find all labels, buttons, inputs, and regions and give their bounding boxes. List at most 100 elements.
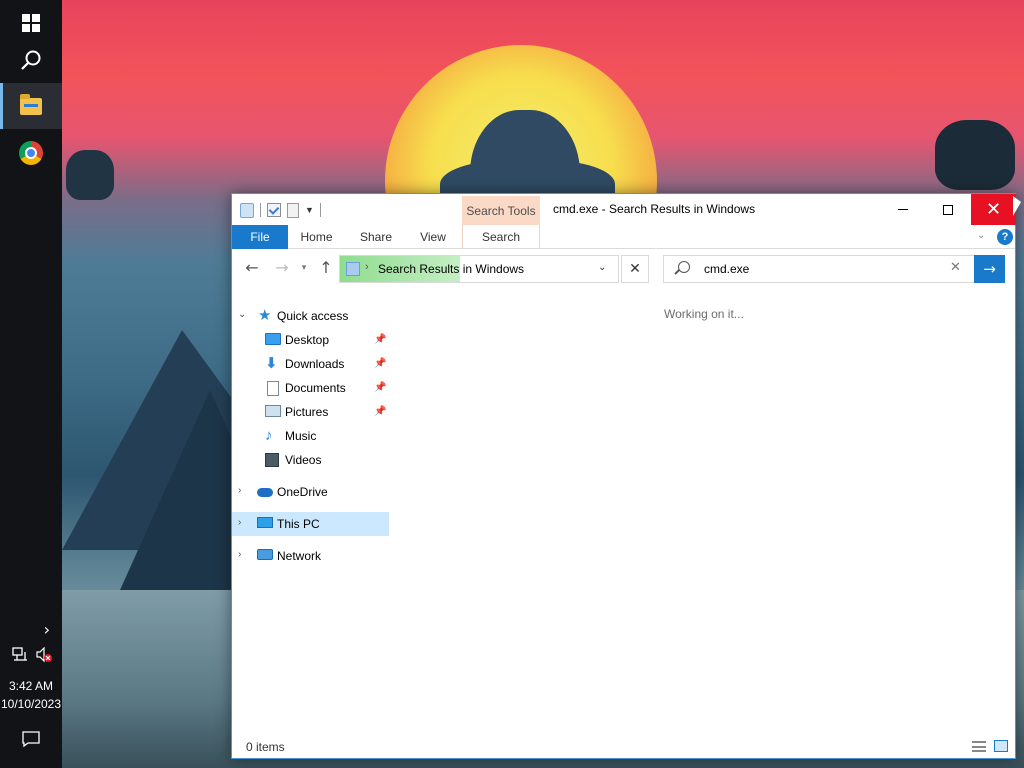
clock-date[interactable]: 10/10/2023 [0, 697, 62, 711]
nav-item-desktop[interactable]: Desktop 📌 [232, 328, 389, 352]
volume-muted-icon[interactable] [36, 646, 54, 663]
navigation-bar: ← → ▾ ↑ › Search Results in Windows ⌄ ✕ … [232, 250, 1015, 286]
search-icon [678, 261, 690, 273]
stop-search-button[interactable]: ✕ [621, 255, 649, 283]
clock-time[interactable]: 3:42 AM [0, 679, 62, 693]
nav-label: Pictures [285, 405, 329, 419]
nav-label: This PC [277, 517, 320, 531]
search-go-button[interactable]: → [974, 255, 1005, 283]
window-title: cmd.exe - Search Results in Windows [553, 202, 756, 216]
search-input[interactable] [704, 261, 944, 277]
tab-search[interactable]: Search [462, 225, 540, 249]
nav-label: Documents [285, 381, 346, 395]
search-results-icon [346, 262, 360, 276]
taskbar: › 3:42 AM 10/10/2023 [0, 0, 62, 768]
expand-chevron-icon[interactable]: › [238, 485, 241, 496]
nav-item-pictures[interactable]: Pictures 📌 [232, 400, 389, 424]
tab-file[interactable]: File [232, 225, 288, 249]
taskbar-file-explorer[interactable] [0, 83, 62, 129]
nav-item-music[interactable]: ♪ Music [232, 424, 389, 448]
network-icon [257, 549, 273, 560]
search-status-message: Working on it... [664, 307, 744, 321]
pin-icon: 📌 [374, 358, 387, 369]
address-dropdown-chevron-icon[interactable]: ⌄ [598, 262, 606, 273]
clear-search-button[interactable]: ✕ [950, 260, 961, 275]
item-count: 0 items [246, 740, 285, 754]
forward-button[interactable]: → [272, 258, 292, 278]
close-button[interactable]: ✕ [971, 194, 1016, 225]
nav-label: Music [285, 429, 317, 443]
nav-quick-access[interactable]: ⌄ ★ Quick access [232, 304, 389, 328]
music-icon: ♪ [265, 427, 273, 444]
network-icon[interactable] [12, 647, 30, 661]
new-folder-icon[interactable] [287, 202, 299, 218]
onedrive-cloud-icon [257, 488, 273, 497]
nav-item-documents[interactable]: Documents 📌 [232, 376, 389, 400]
back-button[interactable]: ← [242, 258, 262, 278]
details-view-icon[interactable] [972, 741, 986, 752]
customize-toolbar-chevron-icon[interactable]: ▼ [305, 205, 314, 215]
documents-icon [267, 381, 279, 396]
help-icon[interactable]: ? [997, 229, 1013, 245]
pictures-icon [265, 405, 281, 417]
pin-icon: 📌 [374, 382, 387, 393]
up-button[interactable]: ↑ [316, 258, 336, 278]
ribbon-tabs: File Home Share View Search ⌄ ? [232, 225, 1015, 249]
this-pc-icon [257, 517, 273, 528]
title-bar[interactable]: ▼ Search Tools cmd.exe - Search Results … [232, 194, 1016, 225]
recent-locations-chevron-icon[interactable]: ▾ [294, 258, 314, 278]
windows-logo-icon [22, 14, 40, 32]
folder-icon [20, 93, 42, 115]
expand-chevron-icon[interactable]: › [238, 517, 241, 528]
nav-item-network[interactable]: › Network [232, 544, 389, 568]
properties-icon[interactable] [267, 203, 281, 217]
chrome-icon [19, 141, 43, 165]
nav-item-videos[interactable]: Videos [232, 448, 389, 472]
file-explorer-window: ▼ Search Tools cmd.exe - Search Results … [231, 193, 1016, 759]
nav-label: Quick access [277, 309, 349, 323]
search-tools-tab-group: Search Tools [462, 196, 540, 225]
mouse-cursor-icon [1013, 196, 1021, 216]
desktop-icon [265, 333, 281, 345]
search-icon [21, 50, 41, 70]
expand-ribbon-chevron-icon[interactable]: ⌄ [977, 230, 985, 241]
nav-label: Desktop [285, 333, 330, 347]
search-box[interactable]: ✕ → [663, 255, 1005, 283]
tab-share[interactable]: Share [352, 225, 400, 249]
nav-item-onedrive[interactable]: › OneDrive [232, 480, 389, 504]
pin-icon: 📌 [374, 334, 387, 345]
pin-icon: 📌 [374, 406, 387, 417]
tray-expand-button[interactable]: › [0, 620, 62, 639]
nav-label: Videos [285, 453, 322, 467]
address-bar[interactable]: › Search Results in Windows ⌄ [339, 255, 619, 283]
action-center-icon[interactable] [22, 730, 40, 748]
collapse-chevron-icon[interactable]: ⌄ [238, 309, 246, 320]
taskbar-search-button[interactable] [0, 37, 62, 83]
breadcrumb-separator[interactable]: › [365, 261, 369, 273]
minimize-icon [897, 209, 908, 210]
large-icons-view-icon[interactable] [994, 740, 1008, 752]
explorer-app-icon [240, 202, 254, 218]
taskbar-chrome[interactable] [0, 130, 62, 176]
nav-label: Downloads [285, 357, 345, 371]
nav-item-downloads[interactable]: ⬇ Downloads 📌 [232, 352, 389, 376]
nav-item-this-pc[interactable]: › This PC [232, 512, 389, 536]
tab-home[interactable]: Home [294, 225, 339, 249]
breadcrumb-location[interactable]: Search Results in Windows [378, 262, 524, 276]
nav-label: Network [277, 549, 322, 563]
tab-view[interactable]: View [412, 225, 454, 249]
minimize-button[interactable] [880, 194, 925, 225]
toolbar-divider [260, 203, 261, 217]
expand-chevron-icon[interactable]: › [238, 549, 241, 560]
nav-label: OneDrive [277, 485, 328, 499]
wallpaper-helicopter-left [66, 150, 114, 200]
navigation-pane: ⌄ ★ Quick access Desktop 📌 ⬇ Downloads 📌… [232, 304, 390, 734]
status-bar: 0 items [232, 734, 1015, 758]
downloads-icon: ⬇ [265, 355, 278, 372]
maximize-icon [942, 204, 953, 215]
quick-access-toolbar: ▼ [240, 200, 321, 220]
videos-icon [265, 453, 279, 467]
quick-access-star-icon: ★ [258, 307, 272, 324]
maximize-button[interactable] [925, 194, 970, 225]
toolbar-divider [319, 203, 321, 217]
